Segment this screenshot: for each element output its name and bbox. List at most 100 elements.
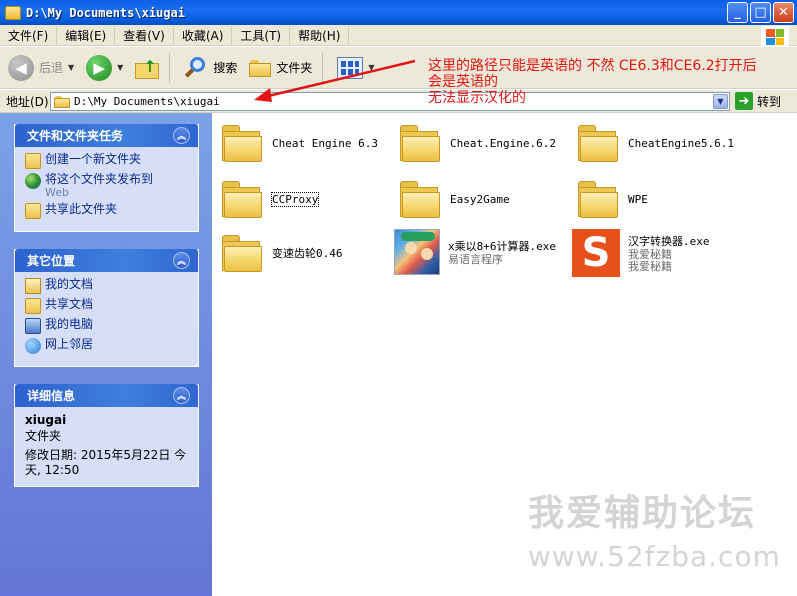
- s-logo-icon: S: [572, 229, 620, 277]
- search-label: 搜索: [213, 61, 238, 75]
- publish-web-link[interactable]: 将这个文件夹发布到 Web: [25, 173, 188, 199]
- close-button[interactable]: ✕: [773, 2, 794, 23]
- menu-help[interactable]: 帮助(H): [290, 25, 350, 45]
- menu-view[interactable]: 查看(V): [115, 25, 174, 45]
- places-panel-header[interactable]: 其它位置 ︽: [15, 249, 198, 272]
- file-list: Cheat Engine 6.3 Cheat.Engine.6.2 CheatE…: [212, 113, 797, 596]
- share-folder-icon: [25, 203, 41, 219]
- shared-documents-label: 共享文档: [45, 297, 94, 311]
- shared-documents-icon: [25, 298, 41, 314]
- shared-documents-link[interactable]: 共享文档: [25, 298, 188, 314]
- maximize-button[interactable]: □: [750, 2, 771, 23]
- places-panel-title: 其它位置: [27, 254, 76, 268]
- windows-logo-icon: [761, 26, 789, 48]
- publish-web-label: 将这个文件夹发布到: [45, 172, 154, 186]
- menu-file[interactable]: 文件(F): [0, 25, 58, 45]
- file-name: CCProxy: [270, 191, 320, 207]
- annotation-line: 会是英语的: [428, 74, 498, 90]
- network-places-link[interactable]: 网上邻居: [25, 338, 188, 354]
- tasks-panel-header[interactable]: 文件和文件夹任务 ︽: [15, 124, 198, 147]
- places-panel: 其它位置 ︽ 我的文档 共享文档 我的电脑 网上邻居: [14, 249, 199, 367]
- collapse-icon[interactable]: ︽: [173, 387, 190, 404]
- watermark-url: www.52fzba.com: [528, 540, 781, 573]
- folder-icon: [54, 95, 70, 108]
- folder-icon: [398, 123, 442, 163]
- folder-icon: [576, 123, 620, 163]
- file-item[interactable]: CheatEngine5.6.1: [576, 123, 734, 163]
- file-name: Easy2Game: [450, 192, 510, 206]
- tasks-panel-title: 文件和文件夹任务: [27, 129, 124, 143]
- watermark-title: 我爱辅助论坛: [528, 493, 757, 534]
- toolbar-divider: [169, 52, 171, 83]
- window-title: D:\My Documents\xiugai: [26, 5, 185, 20]
- my-documents-link[interactable]: 我的文档: [25, 278, 188, 294]
- up-button[interactable]: ↑: [131, 51, 163, 85]
- folder-icon: [576, 179, 620, 219]
- back-label: 后退: [39, 61, 64, 75]
- detail-name: xiugai: [25, 413, 67, 427]
- minimize-button[interactable]: _: [727, 2, 748, 23]
- new-folder-label: 创建一个新文件夹: [45, 152, 142, 166]
- new-folder-icon: [25, 153, 41, 169]
- app-thumbnail-icon: [394, 229, 440, 275]
- folder-icon: [220, 179, 264, 219]
- file-item[interactable]: 变速齿轮0.46: [220, 233, 343, 273]
- menu-tools[interactable]: 工具(T): [232, 25, 291, 45]
- file-name: 变速齿轮0.46: [272, 247, 343, 260]
- collapse-icon[interactable]: ︽: [173, 127, 190, 144]
- share-folder-link[interactable]: 共享此文件夹: [25, 203, 188, 219]
- title-bar: D:\My Documents\xiugai _ □ ✕: [0, 0, 797, 25]
- folder-icon: [5, 5, 21, 20]
- file-item[interactable]: Cheat.Engine.6.2: [398, 123, 556, 163]
- file-item[interactable]: Cheat Engine 6.3: [220, 123, 378, 163]
- window-controls: _ □ ✕: [727, 2, 794, 23]
- file-description: 易语言程序: [448, 253, 503, 266]
- back-button[interactable]: ◀ 后退 ▼: [4, 51, 78, 85]
- annotation-arrow: [254, 59, 416, 102]
- task-pane: 文件和文件夹任务 ︽ 创建一个新文件夹 将这个文件夹发布到 Web 共享此文件夹 …: [0, 113, 212, 596]
- file-item[interactable]: WPE: [576, 179, 648, 219]
- search-icon: [184, 56, 208, 80]
- chevron-down-icon[interactable]: ▼: [68, 63, 74, 72]
- file-item[interactable]: x乘以8+6计算器.exe 易语言程序: [394, 229, 556, 275]
- share-folder-label: 共享此文件夹: [45, 202, 118, 216]
- my-computer-link[interactable]: 我的电脑: [25, 318, 188, 334]
- details-panel-header[interactable]: 详细信息 ︽: [15, 384, 198, 407]
- detail-modified: 修改日期: 2015年5月22日 今天, 12:50: [25, 448, 188, 478]
- back-arrow-icon: ◀: [8, 54, 34, 81]
- file-name: Cheat.Engine.6.2: [450, 136, 556, 150]
- collapse-icon[interactable]: ︽: [173, 252, 190, 269]
- network-places-label: 网上邻居: [45, 337, 94, 351]
- my-documents-label: 我的文档: [45, 277, 94, 291]
- new-folder-link[interactable]: 创建一个新文件夹: [25, 153, 188, 169]
- forward-button[interactable]: ▶ ▼: [82, 51, 127, 85]
- my-computer-icon: [25, 318, 41, 334]
- address-value[interactable]: D:\My Documents\xiugai: [74, 95, 220, 108]
- folder-up-icon: ↑: [135, 57, 160, 79]
- file-name: CheatEngine5.6.1: [628, 136, 734, 150]
- detail-modified-label: 修改日期:: [25, 448, 78, 462]
- file-item[interactable]: Easy2Game: [398, 179, 510, 219]
- file-name: x乘以8+6计算器.exe: [448, 240, 556, 253]
- file-item[interactable]: CCProxy: [220, 179, 320, 219]
- my-computer-label: 我的电脑: [45, 317, 94, 331]
- file-name: WPE: [628, 192, 648, 206]
- forward-arrow-icon: ▶: [86, 54, 113, 81]
- annotation-line: 这里的路径只能是英语的 不然 CE6.3和CE6.2打开后: [428, 58, 757, 74]
- chevron-down-icon[interactable]: ▼: [117, 63, 123, 72]
- search-button[interactable]: 搜索: [180, 51, 241, 85]
- network-places-icon: [25, 338, 41, 354]
- file-name: 汉字转换器.exe: [628, 235, 710, 248]
- folder-icon: [398, 179, 442, 219]
- folder-icon: [220, 233, 264, 273]
- details-panel: 详细信息 ︽ xiugai 文件夹 修改日期: 2015年5月22日 今天, 1…: [14, 384, 199, 487]
- menu-edit[interactable]: 编辑(E): [57, 25, 116, 45]
- menu-favorites[interactable]: 收藏(A): [174, 25, 233, 45]
- publish-web-sub: Web: [45, 186, 69, 199]
- file-name: Cheat Engine 6.3: [272, 136, 378, 150]
- file-item[interactable]: S 汉字转换器.exe 我爱秘籍 我爱秘籍: [572, 229, 710, 277]
- annotation-note: 这里的路径只能是英语的 不然 CE6.3和CE6.2打开后 会是英语的 无法显示…: [428, 58, 796, 106]
- address-label: 地址(D): [6, 94, 49, 109]
- my-documents-icon: [25, 278, 41, 294]
- file-description: 我爱秘籍: [628, 260, 672, 273]
